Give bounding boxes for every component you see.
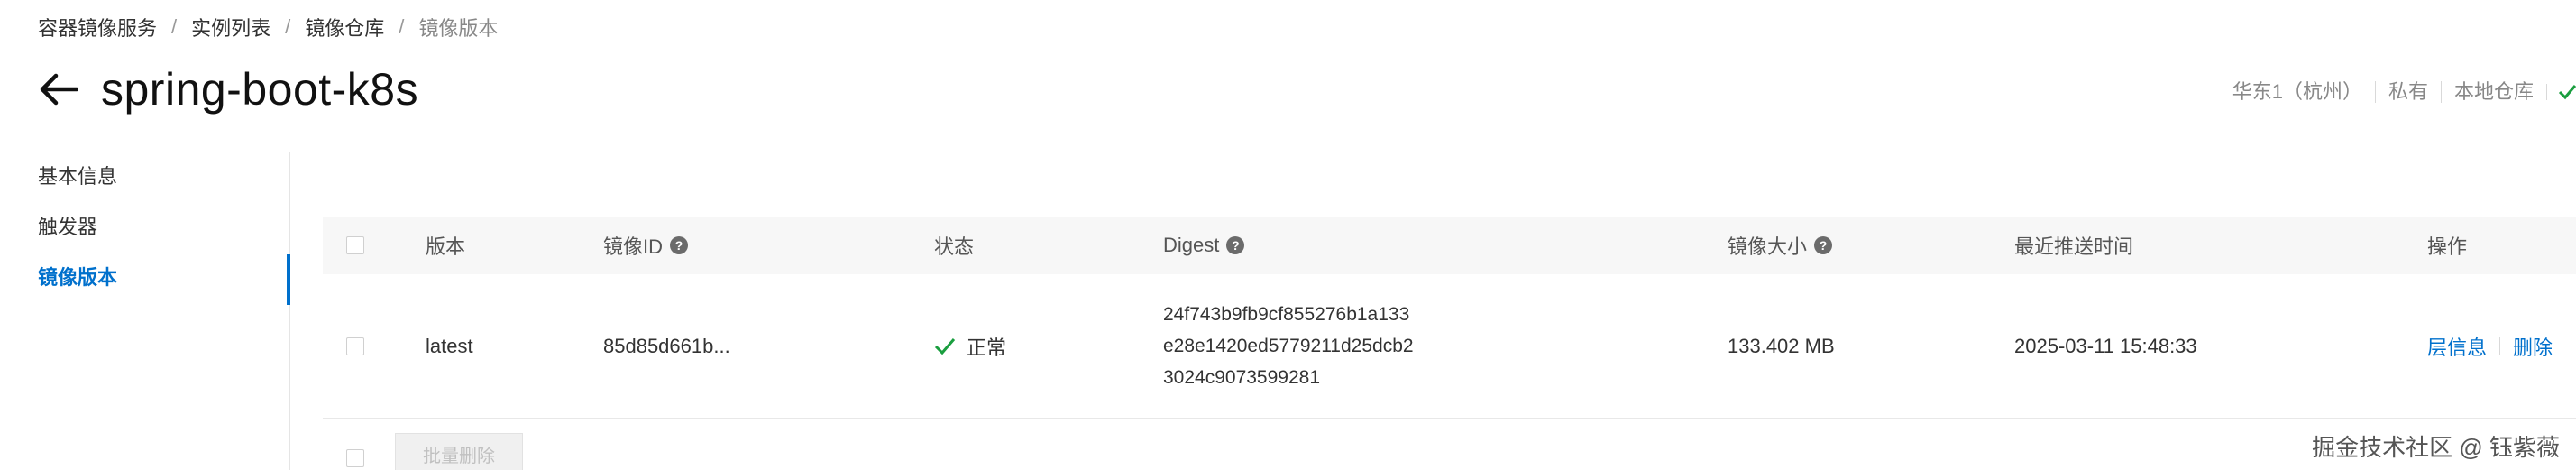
sidenav-item-image-versions[interactable]: 镜像版本 — [0, 253, 290, 305]
image-version-table: 版本 镜像ID ? 状态 Digest ? 镜像大小 ? 最近推送时间 操作 l… — [323, 217, 2576, 419]
breadcrumb-separator: / — [285, 15, 291, 38]
row-checkbox[interactable] — [346, 336, 364, 355]
bulk-actions: 批量删除 — [323, 433, 2576, 470]
bulk-select-checkbox[interactable] — [346, 449, 364, 467]
digest-cell: 24f743b9fb9cf855276b1a133 e28e1420ed5779… — [1163, 299, 1414, 393]
pushed-time-cell: 2025-03-11 15:48:33 — [2014, 334, 2197, 357]
help-icon[interactable]: ? — [1814, 236, 1833, 254]
digest-line: 24f743b9fb9cf855276b1a133 — [1163, 304, 1410, 325]
breadcrumb-separator: / — [399, 15, 405, 38]
size-cell: 133.402 MB — [1728, 334, 1835, 357]
status-label: 正常 — [967, 336, 1007, 359]
sidenav-item-basic-info[interactable]: 基本信息 — [0, 152, 289, 202]
column-header-version: 版本 — [426, 235, 466, 258]
column-header-pushed-time: 最近推送时间 — [2014, 235, 2134, 258]
digest-line: e28e1420ed5779211d25dcb2 — [1163, 336, 1414, 356]
side-nav: 基本信息 触发器 镜像版本 — [0, 152, 290, 470]
breadcrumb-item-current: 镜像版本 — [418, 17, 499, 40]
action-divider — [2499, 336, 2501, 355]
status-cell: 正常 — [934, 332, 1006, 361]
sidenav-item-triggers[interactable]: 触发器 — [0, 202, 289, 253]
version-cell: latest — [426, 334, 473, 357]
breadcrumb-item-repositories[interactable]: 镜像仓库 — [305, 13, 384, 41]
breadcrumb: 容器镜像服务 / 实例列表 / 镜像仓库 / 镜像版本 — [38, 13, 498, 41]
page-title: spring-boot-k8s — [101, 64, 419, 115]
check-icon — [934, 337, 956, 355]
help-icon[interactable]: ? — [670, 236, 689, 254]
repo-type-tag: 本地仓库 — [2440, 81, 2546, 103]
column-header-actions: 操作 — [2427, 235, 2468, 258]
image-id-cell: 85d85d661b... — [603, 334, 730, 357]
arrow-left-icon — [40, 73, 78, 106]
column-header-size: 镜像大小 — [1728, 235, 1808, 258]
table-header: 版本 镜像ID ? 状态 Digest ? 镜像大小 ? 最近推送时间 操作 — [323, 217, 2576, 274]
breadcrumb-item-service[interactable]: 容器镜像服务 — [38, 13, 157, 41]
table-row: latest 85d85d661b... 正常 24f743b9fb9cf855… — [323, 274, 2576, 419]
select-all-checkbox[interactable] — [346, 236, 364, 254]
column-header-status: 状态 — [934, 235, 975, 258]
watermark: 掘金技术社区 @ 钰紫薇 — [2312, 434, 2560, 461]
actions-cell: 层信息 删除 — [2427, 332, 2553, 361]
status-tag — [2546, 84, 2576, 100]
breadcrumb-item-instances[interactable]: 实例列表 — [191, 13, 270, 41]
digest-line: 3024c9073599281 — [1163, 367, 1321, 388]
batch-delete-button[interactable]: 批量删除 — [395, 433, 523, 470]
breadcrumb-separator: / — [171, 15, 178, 38]
delete-link[interactable]: 删除 — [2513, 332, 2553, 361]
column-header-image-id: 镜像ID — [603, 235, 664, 258]
column-header-digest: Digest — [1163, 234, 1220, 256]
repository-meta: 华东1（杭州） 私有 本地仓库 — [2220, 81, 2576, 103]
title-row: spring-boot-k8s — [36, 63, 418, 115]
help-icon[interactable]: ? — [1226, 236, 1245, 254]
region-tag: 华东1（杭州） — [2232, 80, 2362, 103]
visibility-tag: 私有 — [2374, 81, 2441, 103]
back-button[interactable] — [36, 67, 81, 112]
check-icon — [2558, 85, 2576, 100]
page: 容器镜像服务 / 实例列表 / 镜像仓库 / 镜像版本 spring-boot-… — [0, 0, 2576, 470]
layer-info-link[interactable]: 层信息 — [2427, 332, 2487, 361]
